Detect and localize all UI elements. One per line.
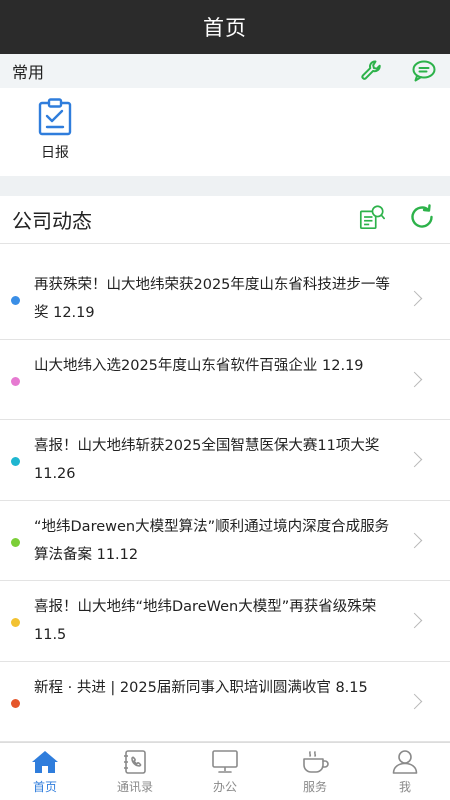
tab-label: 首页 xyxy=(32,780,57,794)
search-document-icon[interactable] xyxy=(358,204,386,230)
news-section-label: 公司动态 xyxy=(12,209,92,233)
news-item[interactable]: 山大地纬入选2025年度山东省软件百强企业 12.19 xyxy=(0,340,450,420)
bullet-dot xyxy=(11,698,20,708)
tab-contacts[interactable]: 通讯录 xyxy=(90,743,180,800)
news-item-text: 山大地纬入选2025年度山东省软件百强企业 12.19 xyxy=(34,357,364,374)
app-tile-daily-report[interactable]: 日报 xyxy=(22,98,88,162)
contacts-icon xyxy=(124,750,146,774)
refresh-icon[interactable] xyxy=(408,204,436,230)
chevron-right-icon xyxy=(406,290,423,307)
common-section-label: 常用 xyxy=(12,63,45,82)
title-bar: 首页 xyxy=(0,0,450,54)
news-item-text: 喜报！山大地纬“地纬DareWen大模型”再获省级殊荣 11.5 xyxy=(34,599,377,643)
wrench-icon[interactable] xyxy=(358,58,386,84)
bullet-dot xyxy=(11,537,20,547)
chat-bubble-icon[interactable] xyxy=(410,58,438,84)
news-item[interactable]: “地纬Darewen大模型算法”顺利通过境内深度合成服务算法备案 11.12 xyxy=(0,501,450,581)
app-tile-label: 日报 xyxy=(41,145,69,161)
page-title: 首页 xyxy=(203,16,247,40)
news-section-header: 公司动态 xyxy=(0,196,450,244)
tab-label: 我 xyxy=(398,780,411,794)
monitor-icon xyxy=(212,750,238,773)
news-item-text: 喜报！山大地纬斩获2025全国智慧医保大赛11项大奖 11.26 xyxy=(34,438,380,482)
section-divider xyxy=(0,176,450,196)
chevron-right-icon xyxy=(406,371,423,387)
bullet-dot xyxy=(11,296,20,305)
tab-label: 服务 xyxy=(302,780,327,794)
news-item-text: 新程 · 共进 | 2025届新同事入职培训圆满收官 8.15 xyxy=(34,679,368,696)
bottom-tab-bar: 首页 通讯录 办公 服务 我 xyxy=(0,742,450,800)
news-item[interactable]: 喜报！山大地纬“地纬DareWen大模型”再获省级殊荣 11.5 xyxy=(0,581,450,662)
chevron-right-icon xyxy=(406,451,423,468)
chevron-right-icon xyxy=(406,532,423,548)
tab-me[interactable]: 我 xyxy=(360,743,450,800)
news-item-text: “地纬Darewen大模型算法”顺利通过境内深度合成服务算法备案 11.12 xyxy=(34,518,390,563)
news-list: 再获殊荣！山大地纬荣获2025年度山东省科技进步一等奖 12.19 山大地纬入选… xyxy=(0,259,450,742)
bullet-dot xyxy=(11,618,20,627)
news-item[interactable]: 新程 · 共进 | 2025届新同事入职培训圆满收官 8.15 xyxy=(0,662,450,742)
news-item[interactable]: 再获殊荣！山大地纬荣获2025年度山东省科技进步一等奖 12.19 xyxy=(0,259,450,340)
chevron-right-icon xyxy=(406,612,423,629)
news-item[interactable]: 喜报！山大地纬斩获2025全国智慧医保大赛11项大奖 11.26 xyxy=(0,420,450,501)
user-icon xyxy=(392,750,418,774)
tab-office[interactable]: 办公 xyxy=(180,743,270,800)
coffee-cup-icon xyxy=(303,751,329,773)
clipboard-check-icon xyxy=(38,98,72,136)
bullet-dot xyxy=(11,457,20,466)
bullet-dot xyxy=(11,376,20,386)
news-item-text: 再获殊荣！山大地纬荣获2025年度山东省科技进步一等奖 12.19 xyxy=(34,277,390,321)
tab-label: 办公 xyxy=(212,780,237,794)
tab-service[interactable]: 服务 xyxy=(270,743,360,800)
chevron-right-icon xyxy=(406,693,423,709)
common-section-header: 常用 xyxy=(0,54,450,88)
tab-home[interactable]: 首页 xyxy=(0,743,90,800)
common-apps-panel: 日报 xyxy=(0,88,450,176)
home-icon xyxy=(32,751,58,773)
tab-label: 通讯录 xyxy=(116,780,153,794)
